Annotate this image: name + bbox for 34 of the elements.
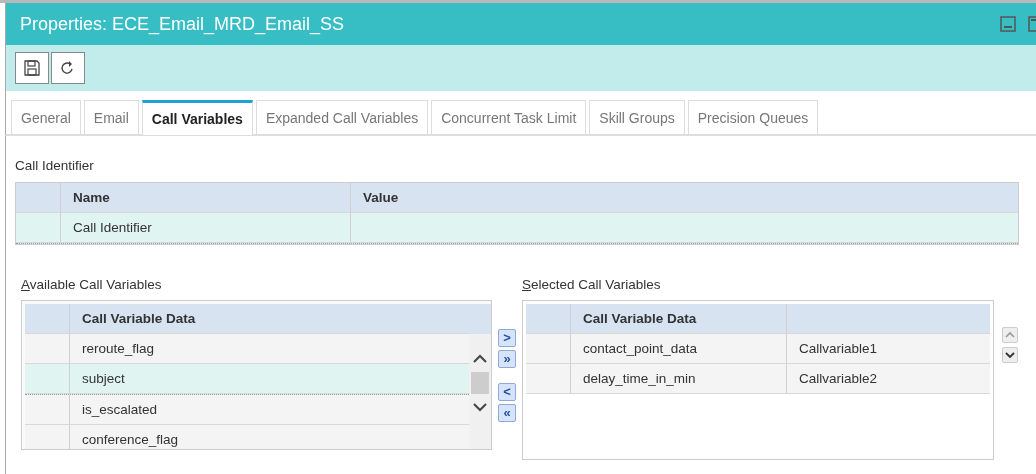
move-button[interactable]: » <box>498 350 516 368</box>
scroll-up-icon[interactable] <box>473 354 487 364</box>
window-title: Properties: ECE_Email_MRD_Email_SS <box>20 13 345 35</box>
table-row[interactable]: Call Identifier <box>16 213 1018 244</box>
scroll-down-icon[interactable] <box>473 402 487 412</box>
move-button[interactable]: > <box>498 329 516 347</box>
table-cell: delay_time_in_min <box>571 364 787 394</box>
save-button[interactable] <box>15 52 49 84</box>
move-down-button[interactable] <box>1002 347 1018 363</box>
list-label: Selected Call Variables <box>522 277 662 294</box>
list-item[interactable]: contact_point_data Callvariable1 <box>526 334 990 364</box>
table-cell: Callvariable2 <box>787 364 990 394</box>
minimize-icon[interactable] <box>1000 16 1016 32</box>
table-cell: Call Identifier <box>61 213 351 243</box>
chevron-down-icon <box>1005 351 1015 359</box>
tab[interactable]: Skill Groups <box>589 100 685 134</box>
header-cell <box>25 304 70 334</box>
tab[interactable]: Expanded Call Variables <box>255 100 429 134</box>
scroll-thumb[interactable] <box>471 372 489 394</box>
refresh-button[interactable] <box>51 52 85 84</box>
list-label: Available Call Variables <box>21 277 163 294</box>
tab[interactable]: Email <box>83 100 139 134</box>
scrollbar[interactable] <box>469 304 491 449</box>
refresh-icon <box>60 60 76 76</box>
tab[interactable]: General <box>11 100 81 134</box>
move-button[interactable]: < <box>498 383 516 401</box>
column-header: Call Variable Data <box>70 304 470 334</box>
tab[interactable]: Call Variables <box>141 100 253 135</box>
chevron-up-icon <box>1005 331 1015 339</box>
section-label: Call Identifier <box>15 157 95 175</box>
list-item[interactable]: delay_time_in_min Callvariable2 <box>526 364 990 394</box>
tab[interactable]: Concurrent Task Limit <box>431 100 587 134</box>
move-button[interactable]: « <box>498 404 516 422</box>
tab[interactable]: Precision Queues <box>687 100 819 134</box>
